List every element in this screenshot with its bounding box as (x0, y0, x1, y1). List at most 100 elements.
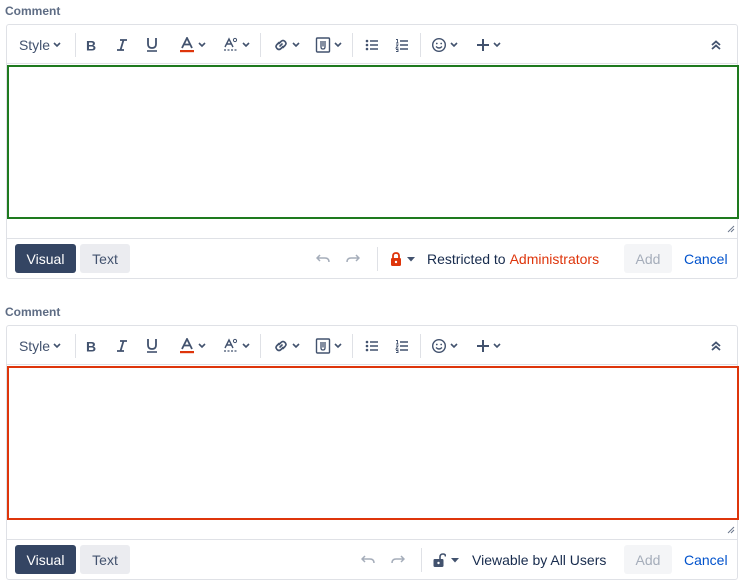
italic-button[interactable] (111, 25, 133, 64)
text-mode-button[interactable]: Text (80, 545, 130, 574)
restriction-dropdown[interactable] (429, 540, 463, 580)
editor-toolbar: Style B (7, 326, 737, 365)
text-color-dropdown[interactable] (171, 326, 213, 365)
style-label: Style (18, 36, 51, 53)
clear-format-icon (223, 337, 239, 354)
unlock-icon (433, 553, 446, 567)
style-label: Style (18, 337, 51, 354)
undo-button[interactable] (312, 239, 334, 279)
emoji-dropdown[interactable] (427, 25, 461, 64)
chevron-down-icon (291, 41, 300, 48)
insert-more-dropdown[interactable] (471, 25, 505, 64)
formatting-dropdown[interactable] (219, 326, 253, 365)
add-button[interactable]: Add (624, 244, 672, 273)
restriction-dropdown[interactable] (385, 239, 419, 279)
cancel-button[interactable]: Cancel (684, 239, 728, 279)
caret-down-icon (406, 256, 415, 262)
bullet-list-button[interactable] (361, 326, 383, 365)
double-chevron-up-icon (711, 39, 721, 50)
chevron-down-icon (449, 342, 458, 349)
restriction-status: Viewable by All Users (472, 540, 606, 580)
bullet-list-icon (365, 38, 379, 52)
text-color-icon (179, 36, 195, 53)
toolbar-divider (260, 334, 261, 358)
collapse-toolbar-button[interactable] (705, 25, 727, 64)
add-button[interactable]: Add (624, 545, 672, 574)
chevron-down-icon (333, 342, 342, 349)
editor-toolbar: Style B (7, 25, 737, 64)
chevron-down-icon (291, 342, 300, 349)
toolbar-divider (75, 334, 76, 358)
italic-button[interactable] (111, 326, 133, 365)
attachment-icon (315, 337, 331, 354)
editor-container: Style B (6, 24, 739, 279)
resize-handle-icon[interactable] (727, 225, 735, 233)
bold-button[interactable]: B (81, 25, 103, 64)
link-dropdown[interactable] (269, 326, 303, 365)
toolbar-divider (75, 33, 76, 57)
editor-footer: Visual Text (7, 238, 737, 278)
style-dropdown[interactable]: Style (13, 326, 67, 365)
lock-icon (390, 252, 402, 266)
undo-button[interactable] (357, 540, 379, 580)
comment-text-area[interactable] (7, 65, 739, 219)
visual-mode-button[interactable]: Visual (15, 545, 76, 574)
cancel-button[interactable]: Cancel (684, 540, 728, 580)
text-color-dropdown[interactable] (171, 25, 213, 64)
link-icon (273, 37, 289, 53)
chevron-down-icon (492, 342, 501, 349)
bullet-list-icon (365, 339, 379, 353)
underline-button[interactable] (141, 25, 163, 64)
comment-label: Comment (5, 305, 61, 319)
numbered-list-button[interactable] (391, 25, 413, 64)
insert-more-dropdown[interactable] (471, 326, 505, 365)
link-dropdown[interactable] (269, 25, 303, 64)
toolbar-divider (352, 334, 353, 358)
text-mode-button[interactable]: Text (80, 244, 130, 273)
bold-button[interactable]: B (81, 326, 103, 365)
collapse-toolbar-button[interactable] (705, 326, 727, 365)
numbered-list-button[interactable] (391, 326, 413, 365)
bold-icon: B (85, 38, 99, 52)
clear-format-icon (223, 36, 239, 53)
chevron-down-icon (53, 41, 61, 48)
svg-text:B: B (86, 38, 96, 52)
text-color-icon (179, 337, 195, 354)
chevron-down-icon (197, 342, 206, 349)
underline-button[interactable] (141, 326, 163, 365)
footer-divider (421, 548, 422, 572)
italic-icon (115, 339, 129, 353)
caret-down-icon (451, 557, 459, 563)
emoji-dropdown[interactable] (427, 326, 461, 365)
style-dropdown[interactable]: Style (13, 25, 67, 64)
link-icon (273, 338, 289, 354)
redo-icon (346, 254, 360, 264)
chevron-down-icon (333, 41, 342, 48)
comment-text-area[interactable] (7, 366, 739, 520)
chevron-down-icon (197, 41, 206, 48)
bullet-list-button[interactable] (361, 25, 383, 64)
footer-divider (377, 247, 378, 271)
emoji-icon (431, 338, 447, 354)
numbered-list-icon (395, 339, 409, 353)
toolbar-divider (260, 33, 261, 57)
editor-container: Style B (6, 325, 739, 580)
visual-mode-button[interactable]: Visual (15, 244, 76, 273)
chevron-down-icon (53, 342, 61, 349)
toolbar-divider (420, 33, 421, 57)
restriction-status: Restricted to Administrators (427, 239, 599, 279)
attachment-dropdown[interactable] (311, 25, 345, 64)
toolbar-divider (420, 334, 421, 358)
redo-button[interactable] (342, 239, 364, 279)
numbered-list-icon (395, 38, 409, 52)
formatting-dropdown[interactable] (219, 25, 253, 64)
resize-handle-icon[interactable] (727, 526, 735, 534)
attachment-dropdown[interactable] (311, 326, 345, 365)
chevron-down-icon (449, 41, 458, 48)
restriction-target-link[interactable]: Administrators (510, 251, 599, 267)
bold-icon: B (85, 339, 99, 353)
redo-button[interactable] (387, 540, 409, 580)
toolbar-divider (352, 33, 353, 57)
underline-icon (145, 37, 159, 52)
chevron-down-icon (241, 342, 250, 349)
